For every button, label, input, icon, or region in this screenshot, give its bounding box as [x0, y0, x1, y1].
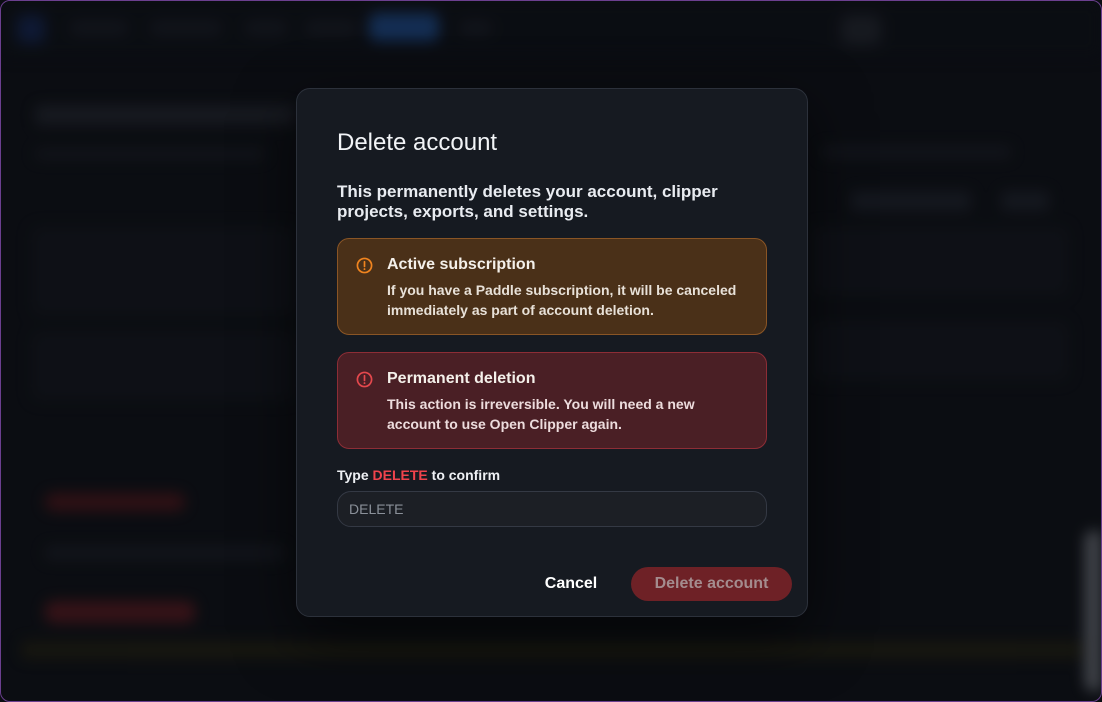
confirm-label: Type DELETE to confirm: [337, 467, 500, 483]
alert-title: Permanent deletion: [387, 370, 536, 387]
dialog-description: This permanently deletes your account, c…: [337, 182, 718, 221]
warning-circle-icon: [356, 257, 373, 274]
cancel-button[interactable]: Cancel: [525, 570, 617, 598]
permanent-deletion-alert: Permanent deletion This action is irreve…: [337, 352, 767, 449]
app-window: Delete account This permanently deletes …: [0, 0, 1102, 702]
subscription-alert: Active subscription If you have a Paddle…: [337, 238, 767, 335]
confirm-suffix: to confirm: [431, 467, 501, 483]
dialog-title: Delete account: [337, 129, 498, 156]
confirm-prefix: Type: [337, 467, 369, 483]
confirm-input[interactable]: [337, 491, 767, 527]
delete-account-dialog: Delete account This permanently deletes …: [296, 88, 808, 617]
error-circle-icon: [356, 371, 373, 388]
alert-text: This action is irreversible. You will ne…: [387, 396, 695, 432]
delete-account-button[interactable]: Delete account: [631, 567, 792, 601]
alert-text: If you have a Paddle subscription, it wi…: [387, 282, 737, 318]
alert-title: Active subscription: [387, 256, 536, 273]
confirm-keyword: DELETE: [372, 467, 428, 483]
